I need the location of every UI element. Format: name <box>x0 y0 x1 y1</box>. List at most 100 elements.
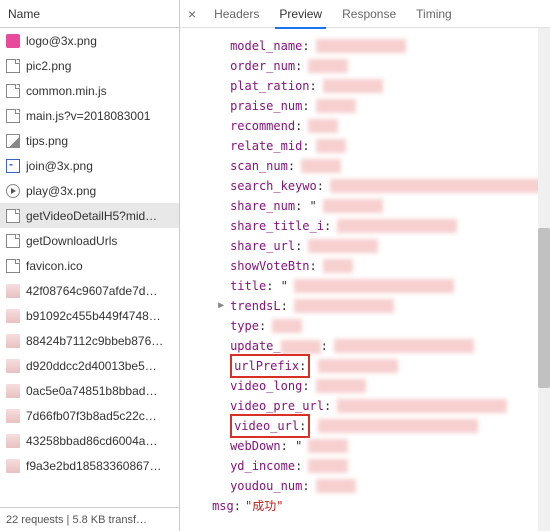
property-key: share_title_i <box>230 219 324 233</box>
redacted-value <box>316 479 356 493</box>
doc-icon <box>6 259 20 273</box>
property-key: scan_num <box>230 159 288 173</box>
property-key: showVoteBtn <box>230 259 309 273</box>
tab-response[interactable]: Response <box>332 0 406 28</box>
file-row[interactable]: 7d66fb07f3b8ad5c22c… <box>0 403 179 428</box>
file-name: 43258bbad86cd6004a… <box>26 434 157 448</box>
file-row[interactable]: 42f08764c9607afde7d… <box>0 278 179 303</box>
file-row[interactable]: common.min.js <box>0 78 179 103</box>
redacted-value <box>308 59 348 73</box>
redacted-value <box>318 359 398 373</box>
json-property: type: <box>180 316 550 336</box>
property-key: plat_ration <box>230 79 309 93</box>
property-key: video_long <box>230 379 302 393</box>
network-file-panel: Name logo@3x.pngpic2.pngcommon.min.js mai… <box>0 0 180 531</box>
right-scrollbar[interactable] <box>538 28 550 531</box>
file-list: logo@3x.pngpic2.pngcommon.min.js main.js?… <box>0 28 179 507</box>
file-row[interactable]: f9a3e2bd18583360867… <box>0 453 179 478</box>
expand-icon[interactable]: ▶ <box>218 296 224 316</box>
file-name: join@3x.png <box>26 159 93 173</box>
property-key: relate_mid <box>230 139 302 153</box>
details-tabs: × HeadersPreviewResponseTiming <box>180 0 550 28</box>
file-row[interactable]: 88424b7112c9bbeb876… <box>0 328 179 353</box>
file-name: 7d66fb07f3b8ad5c22c… <box>26 409 157 423</box>
property-colon: : <box>299 419 306 433</box>
right-scroll-thumb[interactable] <box>538 228 550 388</box>
property-colon: : <box>299 359 306 373</box>
tab-preview[interactable]: Preview <box>269 0 332 28</box>
file-row[interactable]: getDownloadUrls <box>0 228 179 253</box>
thumb-icon <box>6 409 20 423</box>
property-key: yd_income <box>230 459 295 473</box>
file-name: 88424b7112c9bbeb876… <box>26 334 163 348</box>
thumb-icon <box>6 434 20 448</box>
json-property: title: " <box>180 276 550 296</box>
redacted-value <box>316 379 366 393</box>
property-key: video_url <box>234 419 299 433</box>
column-header-name[interactable]: Name <box>0 0 179 28</box>
file-row[interactable]: main.js?v=2018083001 <box>0 103 179 128</box>
property-key: model_name <box>230 39 302 53</box>
json-property: model_name: <box>180 36 550 56</box>
play-icon <box>6 184 20 198</box>
file-row[interactable]: d920ddcc2d40013be5… <box>0 353 179 378</box>
file-row[interactable]: b91092c455b449f4748… <box>0 303 179 328</box>
redacted-value <box>318 419 478 433</box>
property-key: youdou_num <box>230 479 302 493</box>
redacted-value <box>294 279 454 293</box>
json-property: yd_income: <box>180 456 550 476</box>
file-row[interactable]: play@3x.png <box>0 178 179 203</box>
tab-headers[interactable]: Headers <box>204 0 269 28</box>
json-property: plat_ration: <box>180 76 550 96</box>
property-colon: : <box>302 479 309 493</box>
property-colon: : <box>295 59 302 73</box>
pink-icon <box>6 34 20 48</box>
file-name: b91092c455b449f4748… <box>26 309 161 323</box>
file-row[interactable]: 43258bbad86cd6004a… <box>0 428 179 453</box>
tab-timing[interactable]: Timing <box>406 0 462 28</box>
doc-icon <box>6 234 20 248</box>
json-property: scan_num: <box>180 156 550 176</box>
property-key: video_pre_url <box>230 399 324 413</box>
file-name: getVideoDetailH5?mid… <box>26 209 157 223</box>
json-property: relate_mid: <box>180 136 550 156</box>
file-row[interactable]: pic2.png <box>0 53 179 78</box>
preview-body: model_name:order_num:plat_ration:praise_… <box>180 28 550 531</box>
file-row[interactable]: join@3x.png <box>0 153 179 178</box>
file-row[interactable]: favicon.ico <box>0 253 179 278</box>
file-row[interactable]: logo@3x.png <box>0 28 179 53</box>
file-name: 42f08764c9607afde7d… <box>26 284 157 298</box>
property-key: share_url <box>230 239 295 253</box>
file-row[interactable]: getVideoDetailH5?mid… <box>0 203 179 228</box>
redacted-value <box>337 219 457 233</box>
file-row[interactable]: 0ac5e0a74851b8bbad… <box>0 378 179 403</box>
close-icon[interactable]: × <box>180 6 204 22</box>
property-key: order_num <box>230 59 295 73</box>
redacted-value <box>323 199 383 213</box>
property-colon: : " <box>295 199 317 213</box>
doc-icon <box>6 59 20 73</box>
doc-icon <box>6 209 20 223</box>
property-key: praise_num <box>230 99 302 113</box>
redacted-value <box>334 339 474 353</box>
json-property: video_url: <box>180 416 550 436</box>
redacted-value <box>323 79 383 93</box>
redacted-value <box>308 119 338 133</box>
img-icon <box>6 134 20 148</box>
thumb-icon <box>6 309 20 323</box>
property-colon: : " <box>266 279 288 293</box>
redacted-value <box>316 39 406 53</box>
property-colon: : <box>310 259 317 273</box>
property-colon: : <box>321 339 328 353</box>
file-name: main.js?v=2018083001 <box>26 109 150 123</box>
property-colon: : " <box>281 439 303 453</box>
json-property: youdou_num: <box>180 476 550 496</box>
file-name: tips.png <box>26 134 68 148</box>
file-row[interactable]: tips.png <box>0 128 179 153</box>
property-key: recommend <box>230 119 295 133</box>
json-property: recommend: <box>180 116 550 136</box>
property-key: title <box>230 279 266 293</box>
property-colon: : <box>259 319 266 333</box>
json-property: order_num: <box>180 56 550 76</box>
thumb-icon <box>6 284 20 298</box>
